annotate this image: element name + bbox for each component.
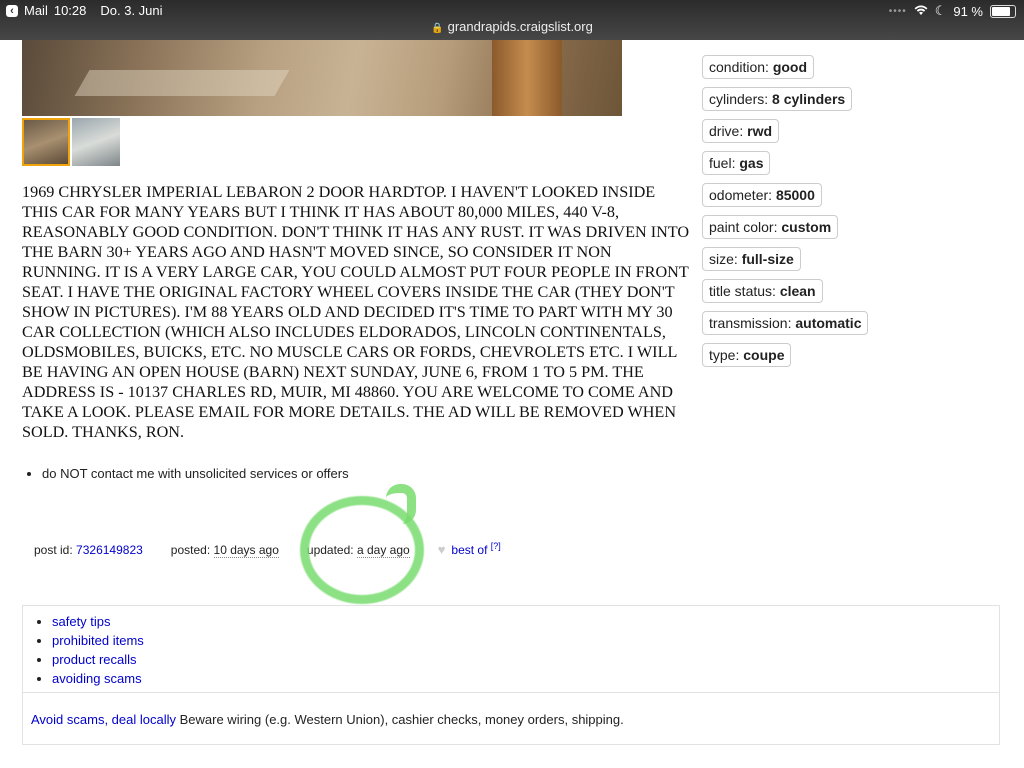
attr-value: 85000 <box>775 187 815 203</box>
battery-fill <box>992 6 1011 16</box>
attr-key: cylinders: <box>709 91 769 107</box>
attr-value: clean <box>779 283 816 299</box>
attr-value: good <box>772 59 808 75</box>
thumbnail-2[interactable] <box>72 118 120 166</box>
back-to-app-icon[interactable]: ‹ <box>6 4 18 17</box>
moon-icon: ☾ <box>934 3 947 18</box>
heart-icon[interactable]: ♥ <box>438 542 446 557</box>
post-id: post id: 7326149823 <box>34 543 143 557</box>
attr-key: type: <box>709 347 740 363</box>
image-highlight <box>74 70 290 96</box>
safety-link-item: prohibited items <box>52 631 999 650</box>
posted-time: 10 days ago <box>213 543 279 558</box>
attr-key: title status: <box>709 283 776 299</box>
attr-drive: drive: rwd <box>702 119 780 143</box>
attr-cylinders: cylinders: 8 cylinders <box>702 87 853 111</box>
url-bar[interactable]: 🔒 grandrapids.craigslist.org <box>0 19 1024 34</box>
attr-key: fuel: <box>709 155 736 171</box>
attr-key: transmission: <box>709 315 792 331</box>
post-id-label: post id: <box>34 543 73 557</box>
attr-transmission: transmission: automatic <box>702 311 869 335</box>
attr-value: automatic <box>795 315 862 331</box>
best-of: best of [?] <box>451 541 500 557</box>
attr-odometer: odometer: 85000 <box>702 183 822 207</box>
attribute-group: condition: good cylinders: 8 cylinders d… <box>702 55 869 375</box>
notice-item: do NOT contact me with unsolicited servi… <box>42 466 349 481</box>
posted-label: posted: <box>170 543 211 557</box>
url-text[interactable]: grandrapids.craigslist.org <box>448 19 593 34</box>
safety-tips-link[interactable]: safety tips <box>52 614 111 629</box>
posted-date: posted: 10 days ago <box>170 543 279 558</box>
attr-type: type: coupe <box>702 343 792 367</box>
posting-body: 1969 CHRYSLER IMPERIAL LEBARON 2 DOOR HA… <box>22 183 690 441</box>
notices-list: do NOT contact me with unsolicited servi… <box>22 466 349 481</box>
attr-key: size: <box>709 251 738 267</box>
attr-value: custom <box>781 219 832 235</box>
safety-link-item: product recalls <box>52 650 999 669</box>
image-wooden-post <box>492 40 562 116</box>
listing-main-image[interactable] <box>22 40 622 116</box>
avoid-scams-link[interactable]: Avoid scams, deal locally <box>31 712 176 727</box>
attr-key: drive: <box>709 123 744 139</box>
attr-fuel: fuel: gas <box>702 151 771 175</box>
status-bar-left: ‹ Mail 10:28 Do. 3. Juni <box>6 3 163 18</box>
attr-value: gas <box>739 155 764 171</box>
attr-value: 8 cylinders <box>772 91 846 107</box>
wifi-icon <box>914 4 928 19</box>
signal-dots-icon: •••• <box>888 5 907 17</box>
product-recalls-link[interactable]: product recalls <box>52 652 137 667</box>
scam-warning-text: Beware wiring (e.g. Western Union), cash… <box>176 712 624 727</box>
avoiding-scams-link[interactable]: avoiding scams <box>52 671 142 686</box>
lock-icon: 🔒 <box>431 23 444 34</box>
attr-value: full-size <box>741 251 794 267</box>
attr-key: paint color: <box>709 219 778 235</box>
safety-divider <box>23 692 999 693</box>
scam-warning: Avoid scams, deal locally Beware wiring … <box>31 712 624 727</box>
best-of-help-link[interactable]: [?] <box>491 541 501 551</box>
browser-top-bar: ‹ Mail 10:28 Do. 3. Juni •••• ☾ 91 % 🔒 gr… <box>0 0 1024 40</box>
attr-condition: condition: good <box>702 55 815 79</box>
post-info-row: post id: 7326149823 posted: 10 days ago … <box>34 541 501 558</box>
attr-size: size: full-size <box>702 247 801 271</box>
battery-label: 91 % <box>953 3 983 19</box>
attr-value: coupe <box>743 347 785 363</box>
attr-key: condition: <box>709 59 769 75</box>
status-time: 10:28 <box>53 3 87 18</box>
status-bar-right: •••• ☾ 91 % <box>889 3 1016 19</box>
best-of-link[interactable]: best of <box>451 543 487 557</box>
post-id-link[interactable]: 7326149823 <box>76 543 143 557</box>
back-app-label[interactable]: Mail <box>24 3 48 18</box>
image-thumbnails <box>22 118 120 166</box>
attr-key: odometer: <box>709 187 773 203</box>
safety-link-item: avoiding scams <box>52 669 999 688</box>
attr-value: rwd <box>747 123 773 139</box>
attr-paint-color: paint color: custom <box>702 215 839 239</box>
thumbnail-1-selected[interactable] <box>22 118 70 166</box>
prohibited-items-link[interactable]: prohibited items <box>52 633 144 648</box>
annotation-circle-tail <box>386 484 416 524</box>
safety-link-item: safety tips <box>52 612 999 631</box>
attr-title-status: title status: clean <box>702 279 823 303</box>
battery-icon <box>990 4 1016 18</box>
status-date: Do. 3. Juni <box>100 3 163 18</box>
safety-info-box: safety tips prohibited items product rec… <box>22 605 1000 745</box>
safety-links-list: safety tips prohibited items product rec… <box>23 612 999 688</box>
